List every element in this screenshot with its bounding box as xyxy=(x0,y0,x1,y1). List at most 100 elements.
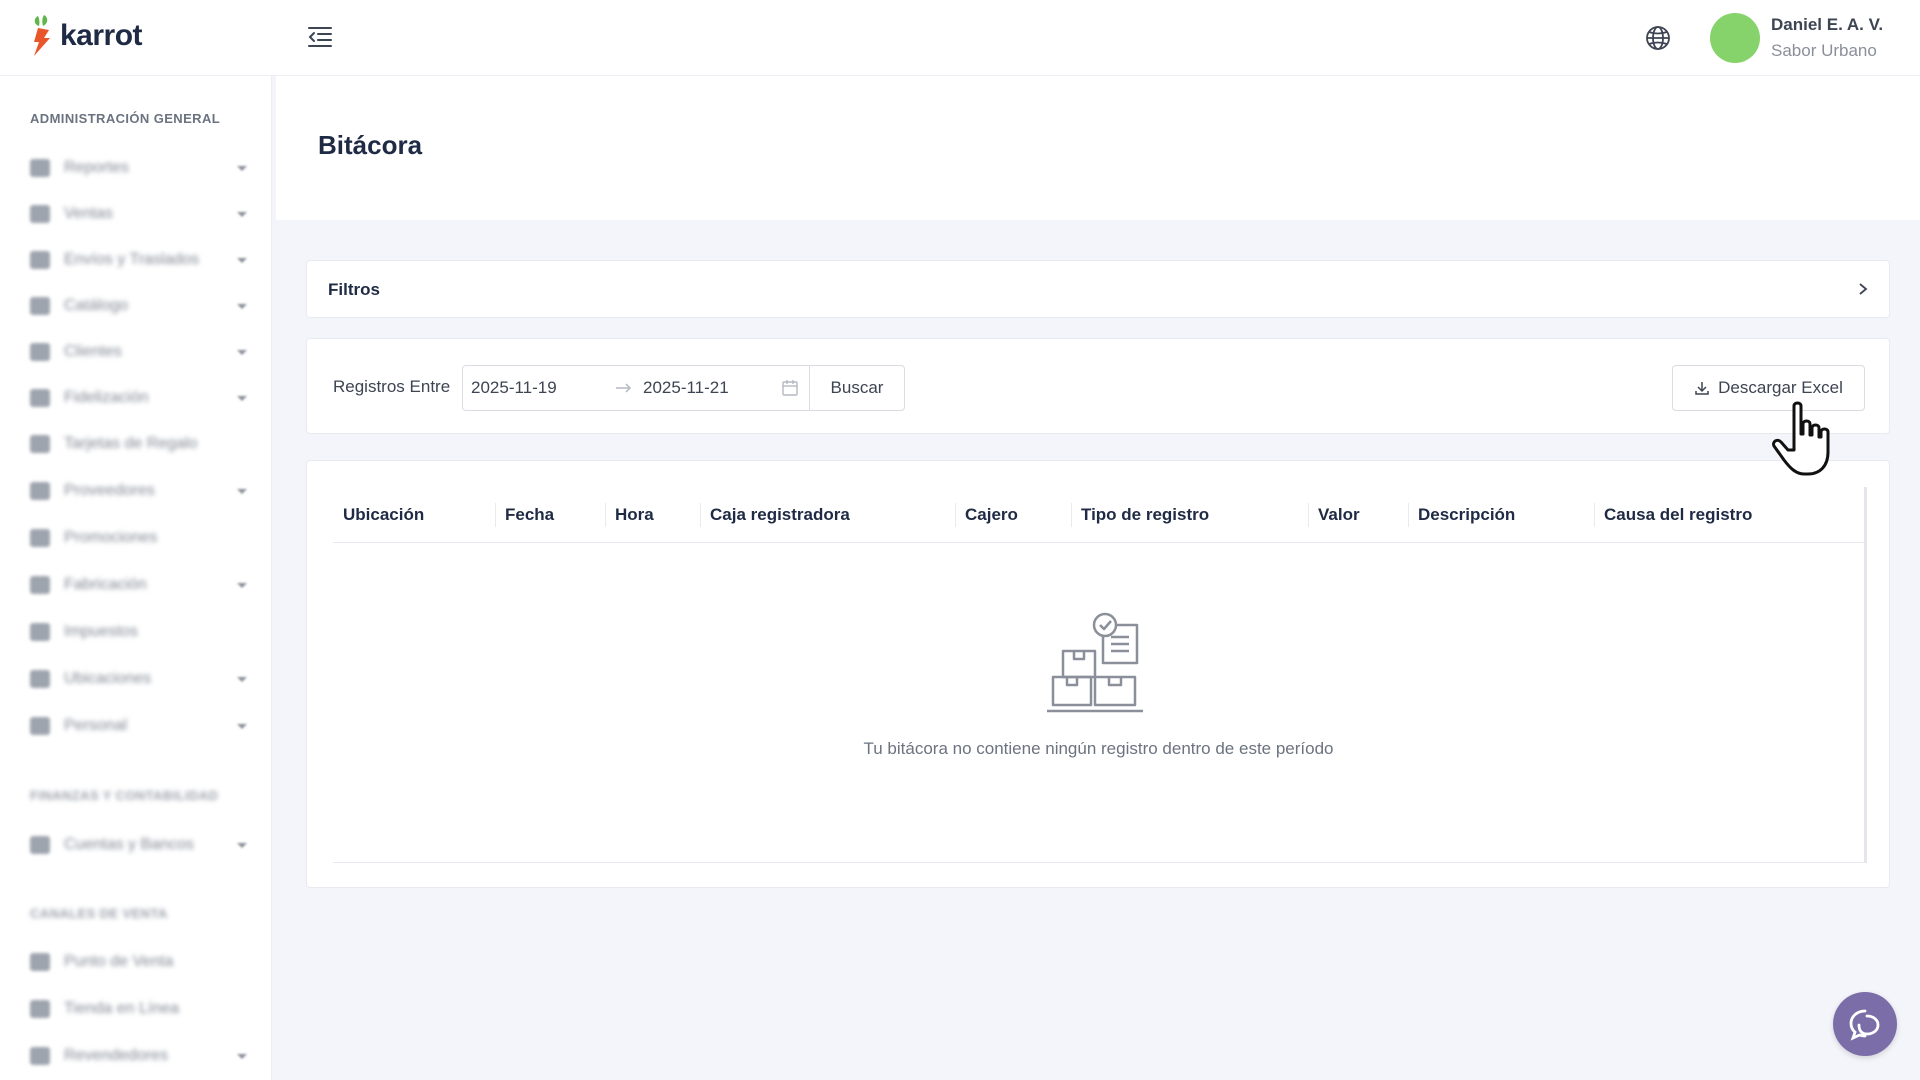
download-excel-label: Descargar Excel xyxy=(1718,378,1843,397)
chat-icon xyxy=(1849,1009,1880,1041)
user-name[interactable]: Daniel E. A. V. xyxy=(1771,15,1883,35)
sidebar-item-label: Fabricación xyxy=(64,576,147,593)
log-table: Ubicación Fecha Hora Caja registradora C… xyxy=(333,487,1867,863)
sidebar-item-label: Tienda en Línea xyxy=(64,1000,180,1017)
empty-boxes-icon xyxy=(1047,612,1143,713)
sidebar-item-ventas[interactable]: Ventas xyxy=(30,199,250,229)
monitor-icon xyxy=(30,1000,50,1018)
sidebar-item-label: Promociones xyxy=(64,529,158,546)
sidebar-item-tarjetas-regalo[interactable]: Tarjetas de Regalo xyxy=(30,429,250,459)
sidebar-item-personal[interactable]: Personal xyxy=(30,711,250,741)
col-ubicacion[interactable]: Ubicación xyxy=(333,487,424,543)
sidebar-item-tienda-linea[interactable]: Tienda en Línea xyxy=(30,994,250,1024)
col-hora[interactable]: Hora xyxy=(605,487,654,543)
chevron-down-icon xyxy=(237,258,247,263)
sidebar-item-punto-venta[interactable]: Punto de Venta xyxy=(30,947,250,977)
brand-name: karrot xyxy=(60,19,143,52)
sidebar-item-proveedores[interactable]: Proveedores xyxy=(30,476,250,506)
sidebar-item-promociones[interactable]: Promociones xyxy=(30,523,250,553)
filters-label: Filtros xyxy=(328,280,380,299)
chat-button[interactable] xyxy=(1833,992,1897,1056)
date-range-picker[interactable] xyxy=(462,365,810,411)
sidebar-item-ubicaciones[interactable]: Ubicaciones xyxy=(30,664,250,694)
store-icon xyxy=(30,670,50,688)
empty-message: Tu bitácora no contiene ningún registro … xyxy=(863,739,1334,758)
sidebar-item-reportes[interactable]: Reportes xyxy=(30,153,250,183)
table-header: Ubicación Fecha Hora Caja registradora C… xyxy=(333,487,1864,543)
chevron-down-icon xyxy=(237,166,247,171)
col-tipo-registro[interactable]: Tipo de registro xyxy=(1071,487,1209,543)
carrot-icon xyxy=(34,15,50,56)
chevron-down-icon xyxy=(237,843,247,848)
table-bottom-border xyxy=(333,862,1864,863)
heart-icon xyxy=(30,389,50,407)
col-fecha[interactable]: Fecha xyxy=(495,487,554,543)
sidebar-item-fabricacion[interactable]: Fabricación xyxy=(30,570,250,600)
sidebar-item-cuentas-bancos[interactable]: Cuentas y Bancos xyxy=(30,830,250,860)
sidebar-section-finance: FINANZAS Y CONTABILIDAD xyxy=(30,788,219,803)
chevron-down-icon xyxy=(237,583,247,588)
chart-icon xyxy=(30,159,50,177)
promo-icon xyxy=(30,529,50,547)
sidebar-item-label: Revendedores xyxy=(64,1047,169,1064)
sidebar-item-label: Impuestos xyxy=(64,623,138,640)
sidebar-item-label: Reportes xyxy=(64,159,129,176)
sidebar-item-revendedores[interactable]: Revendedores xyxy=(30,1041,250,1071)
sidebar-item-envios[interactable]: Envíos y Traslados xyxy=(30,245,250,275)
start-date-input[interactable] xyxy=(471,378,601,398)
page-header: Bitácora xyxy=(276,76,1920,220)
sidebar-item-label: Punto de Venta xyxy=(64,953,174,970)
arrow-right-icon xyxy=(616,383,632,393)
dollar-icon xyxy=(30,836,50,854)
page-title: Bitácora xyxy=(318,130,423,160)
chevron-right-icon xyxy=(1859,283,1868,295)
sidebar-item-catalogo[interactable]: Catálogo xyxy=(30,291,250,321)
download-excel-button[interactable]: Descargar Excel xyxy=(1672,365,1865,411)
sidebar-item-impuestos[interactable]: Impuestos xyxy=(30,617,250,647)
avatar[interactable] xyxy=(1710,13,1760,63)
chevron-down-icon xyxy=(237,396,247,401)
sidebar-item-label: Clientes xyxy=(64,343,122,360)
chevron-down-icon xyxy=(237,677,247,682)
sidebar-item-label: Cuentas y Bancos xyxy=(64,836,194,853)
chevron-down-icon xyxy=(237,489,247,494)
chevron-down-icon xyxy=(237,1054,247,1059)
sidebar: ADMINISTRACIÓN GENERAL Reportes Ventas E… xyxy=(0,76,272,1080)
globe-icon[interactable] xyxy=(1644,24,1672,52)
id-card-icon xyxy=(30,717,50,735)
tag-icon xyxy=(30,297,50,315)
download-icon xyxy=(1695,382,1709,395)
bag-icon xyxy=(30,205,50,223)
sidebar-item-label: Tarjetas de Regalo xyxy=(64,435,198,452)
col-caja-registradora[interactable]: Caja registradora xyxy=(700,487,850,543)
end-date-input[interactable] xyxy=(643,378,773,398)
collapse-menu-icon[interactable] xyxy=(306,24,334,50)
sidebar-item-label: Envíos y Traslados xyxy=(64,251,200,268)
truck-icon xyxy=(30,251,50,269)
chevron-down-icon xyxy=(237,212,247,217)
pos-icon xyxy=(30,953,50,971)
sidebar-section-admin: ADMINISTRACIÓN GENERAL xyxy=(30,111,221,126)
col-descripcion[interactable]: Descripción xyxy=(1408,487,1515,543)
sidebar-item-label: Fidelización xyxy=(64,389,149,406)
sidebar-item-fidelizacion[interactable]: Fidelización xyxy=(30,383,250,413)
col-cajero[interactable]: Cajero xyxy=(955,487,1018,543)
network-icon xyxy=(30,1047,50,1065)
search-card: Registros Entre Buscar Descargar Excel xyxy=(306,338,1890,434)
col-causa-registro[interactable]: Causa del registro xyxy=(1594,487,1752,543)
sidebar-item-clientes[interactable]: Clientes xyxy=(30,337,250,367)
karrot-logo[interactable]: karrot xyxy=(30,14,143,58)
users-icon xyxy=(30,343,50,361)
sidebar-item-label: Catálogo xyxy=(64,297,129,314)
filters-panel[interactable]: Filtros xyxy=(306,260,1890,318)
hammer-icon xyxy=(30,576,50,594)
col-valor[interactable]: Valor xyxy=(1308,487,1360,543)
chevron-down-icon xyxy=(237,350,247,355)
sidebar-item-label: Ventas xyxy=(64,205,113,222)
search-button[interactable]: Buscar xyxy=(809,365,905,411)
chevron-down-icon xyxy=(237,724,247,729)
sidebar-section-channels: CANALES DE VENTA xyxy=(30,906,168,921)
percent-icon xyxy=(30,623,50,641)
user-company: Sabor Urbano xyxy=(1771,41,1877,60)
top-bar: karrot Daniel E. A. V. Sabor Urbano xyxy=(0,0,1920,76)
